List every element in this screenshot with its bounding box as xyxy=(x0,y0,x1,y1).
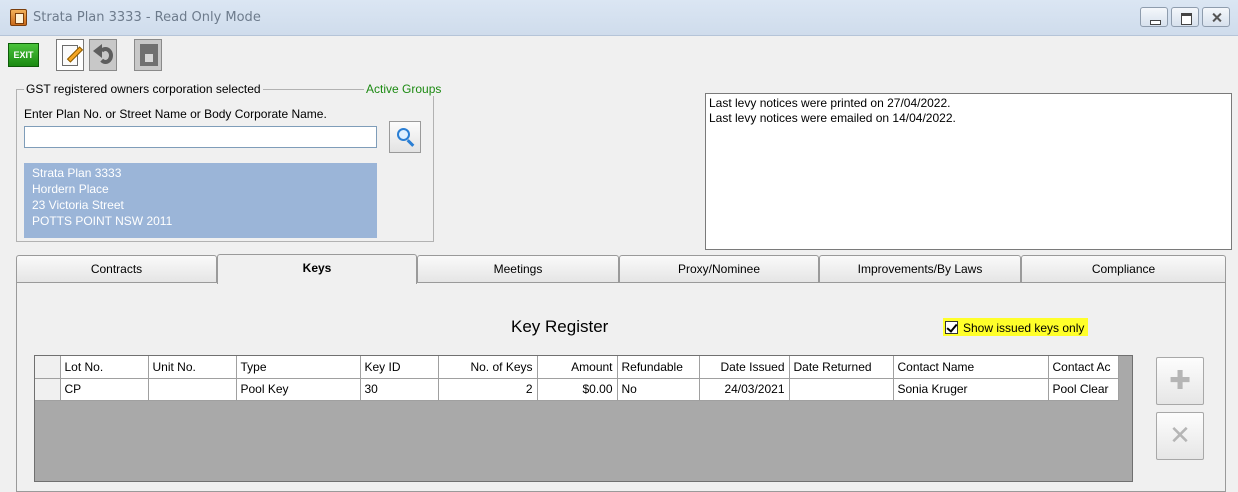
app-icon xyxy=(10,9,27,26)
row-header-corner xyxy=(35,356,61,379)
table-cell[interactable]: 24/03/2021 xyxy=(699,378,790,401)
maximize-button[interactable] xyxy=(1171,7,1199,27)
column-header[interactable]: Date Returned xyxy=(789,356,894,379)
group-legend: GST registered owners corporation select… xyxy=(24,82,263,96)
tab-compliance[interactable]: Compliance xyxy=(1021,255,1226,283)
table-row[interactable]: CP Pool Key 30 2 $0.00 No 24/03/2021 Sonia Krug… xyxy=(35,378,1119,401)
address-line: Strata Plan 3333 xyxy=(32,166,122,180)
search-icon-handle xyxy=(406,139,415,147)
show-issued-keys-toggle[interactable]: Show issued keys only xyxy=(943,318,1089,336)
column-header[interactable]: No. of Keys xyxy=(438,356,538,379)
notes-line: Last levy notices were emailed on 14/04/… xyxy=(709,111,956,125)
table-cell[interactable]: 30 xyxy=(360,378,439,401)
add-key-button[interactable]: ✚ xyxy=(1156,357,1204,405)
active-groups-link[interactable]: Active Groups xyxy=(364,82,444,96)
search-input[interactable] xyxy=(24,126,377,148)
window-controls xyxy=(1140,7,1230,27)
table-cell[interactable]: Pool Key xyxy=(236,378,361,401)
tab-proxy-nominee[interactable]: Proxy/Nominee xyxy=(619,255,819,283)
column-header[interactable]: Key ID xyxy=(360,356,439,379)
tab-keys[interactable]: Keys xyxy=(217,254,417,284)
column-header[interactable]: Amount xyxy=(537,356,618,379)
close-button[interactable] xyxy=(1202,7,1230,27)
levy-notes-box[interactable]: Last levy notices were printed on 27/04/… xyxy=(705,93,1232,250)
column-header[interactable]: Date Issued xyxy=(699,356,790,379)
tab-meetings[interactable]: Meetings xyxy=(417,255,619,283)
search-button[interactable] xyxy=(389,121,421,153)
tab-contracts[interactable]: Contracts xyxy=(16,255,217,283)
undo-arrowhead-icon xyxy=(93,44,102,58)
tab-improvements-by-laws[interactable]: Improvements/By Laws xyxy=(819,255,1021,283)
row-selector[interactable] xyxy=(35,378,61,401)
key-register-table: Lot No. Unit No. Type Key ID No. of Keys Amou… xyxy=(35,356,1119,401)
selected-plan-address[interactable]: Strata Plan 3333 Hordern Place 23 Victoria… xyxy=(24,163,377,238)
column-header[interactable]: Refundable xyxy=(617,356,700,379)
show-issued-checkbox[interactable] xyxy=(945,321,958,334)
key-register-title: Key Register xyxy=(511,317,609,336)
save-button[interactable] xyxy=(134,39,162,71)
address-line: 23 Victoria Street xyxy=(32,198,124,212)
table-cell[interactable]: $0.00 xyxy=(537,378,618,401)
table-cell[interactable] xyxy=(789,378,894,401)
table-header-row: Lot No. Unit No. Type Key ID No. of Keys Amou… xyxy=(35,356,1119,379)
table-cell[interactable]: Sonia Kruger xyxy=(893,378,1049,401)
table-cell[interactable]: CP xyxy=(60,378,149,401)
table-cell[interactable]: No xyxy=(617,378,700,401)
column-header[interactable]: Contact Ac xyxy=(1048,356,1119,379)
search-label: Enter Plan No. or Street Name or Body Co… xyxy=(24,107,327,121)
column-header[interactable]: Type xyxy=(236,356,361,379)
window-title: Strata Plan 3333 - Read Only Mode xyxy=(33,10,261,25)
save-disk-label-icon xyxy=(145,54,153,62)
address-line: POTTS POINT NSW 2011 xyxy=(32,214,173,228)
address-line: Hordern Place xyxy=(32,182,109,196)
show-issued-label: Show issued keys only xyxy=(963,320,1085,335)
tab-bar: Contracts Keys Meetings Proxy/Nominee Improv… xyxy=(16,254,1226,284)
delete-icon: ✕ xyxy=(1169,420,1191,450)
add-icon: ✚ xyxy=(1169,365,1191,395)
title-bar: Strata Plan 3333 - Read Only Mode xyxy=(0,0,1238,36)
notes-line: Last levy notices were printed on 27/04/… xyxy=(709,96,951,110)
column-header[interactable]: Unit No. xyxy=(148,356,237,379)
column-header[interactable]: Contact Name xyxy=(893,356,1049,379)
exit-button[interactable]: EXIT xyxy=(8,43,39,67)
delete-key-button[interactable]: ✕ xyxy=(1156,412,1204,460)
table-cell[interactable]: Pool Clear xyxy=(1048,378,1119,401)
table-cell[interactable]: 2 xyxy=(438,378,538,401)
table-cell[interactable] xyxy=(148,378,237,401)
column-header[interactable]: Lot No. xyxy=(60,356,149,379)
minimize-button[interactable] xyxy=(1140,7,1168,27)
undo-button[interactable] xyxy=(89,39,117,71)
edit-button[interactable] xyxy=(56,39,84,71)
key-register-grid[interactable]: Lot No. Unit No. Type Key ID No. of Keys Amou… xyxy=(34,355,1133,482)
